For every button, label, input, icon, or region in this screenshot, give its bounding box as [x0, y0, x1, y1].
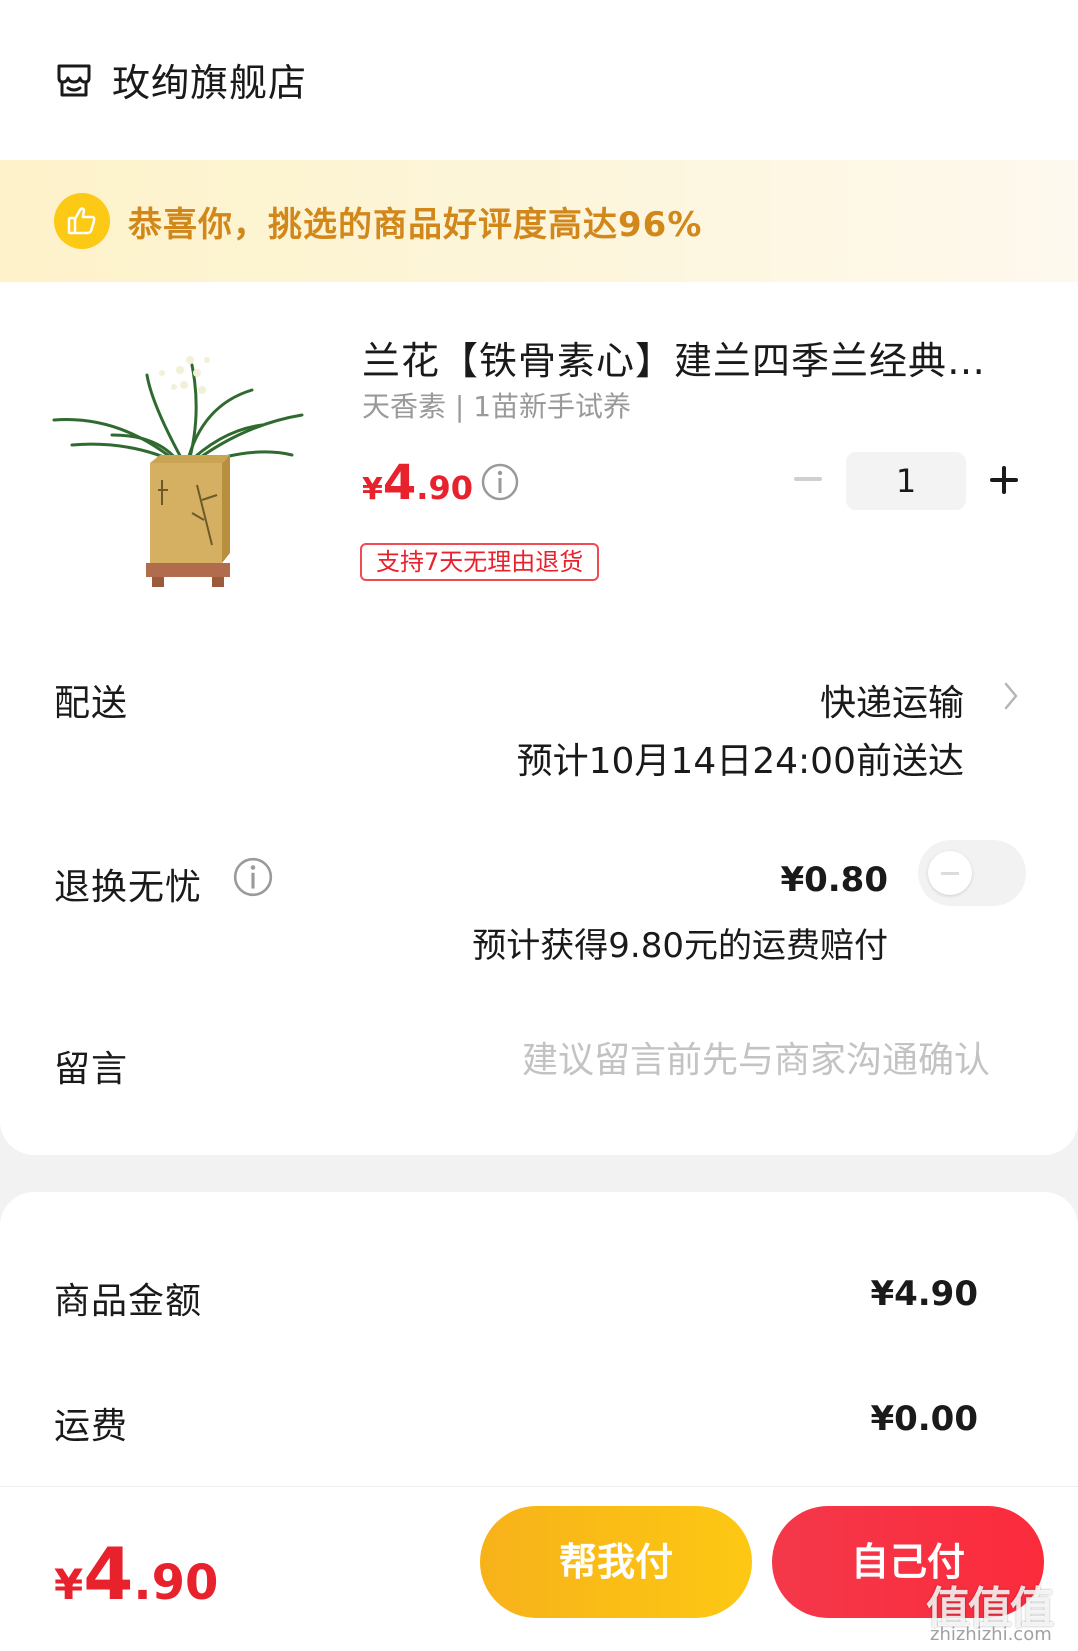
thumbs-up-icon	[54, 193, 110, 249]
price-decimal: .90	[416, 469, 473, 507]
price-info-icon[interactable]	[480, 462, 520, 502]
worry-free-description: 预计获得9.80元的运费赔付	[472, 926, 888, 966]
quantity-increase-button[interactable]	[988, 464, 1020, 496]
shipping-value: ¥0.00	[870, 1399, 978, 1439]
delivery-label: 配送	[54, 683, 129, 724]
store-name: 玫绚旗舰店	[112, 61, 308, 105]
goods-amount-label: 商品金额	[54, 1281, 203, 1322]
rating-text: 恭喜你，挑选的商品好评度高达96%	[128, 204, 703, 245]
total-decimal: .90	[133, 1555, 219, 1611]
order-card: 玫绚旗舰店 恭喜你，挑选的商品好评度高达96% 兰花【铁骨素心】建兰四季兰经典素…	[0, 0, 1078, 1155]
watermark-url: zhizhizhi.com	[930, 1624, 1052, 1645]
product-title[interactable]: 兰花【铁骨素心】建兰四季兰经典素...	[362, 330, 1022, 385]
toggle-knob	[928, 851, 972, 895]
store-icon	[57, 64, 91, 96]
worry-free-info-icon[interactable]	[232, 856, 274, 898]
chevron-right-icon[interactable]	[1000, 678, 1022, 714]
product-spec[interactable]: 天香素 | 1苗新手试养	[362, 385, 631, 425]
total-integer: 4	[83, 1532, 134, 1616]
quantity-input[interactable]: 1	[846, 452, 966, 510]
note-input[interactable]	[430, 1040, 990, 1081]
order-page: 玫绚旗舰店 恭喜你，挑选的商品好评度高达96% 兰花【铁骨素心】建兰四季兰经典素…	[0, 0, 1078, 1651]
worry-free-toggle[interactable]	[918, 840, 1026, 906]
quantity-decrease-button[interactable]	[792, 463, 824, 495]
total-price: ¥ 4 .90	[54, 1532, 218, 1616]
rating-banner: 恭喜你，挑选的商品好评度高达96%	[0, 160, 1078, 282]
store-header[interactable]: 玫绚旗舰店	[54, 52, 307, 107]
shipping-label: 运费	[54, 1406, 129, 1447]
help-pay-button[interactable]: 帮我付	[480, 1506, 752, 1618]
product-image[interactable]	[52, 345, 312, 595]
worry-free-label: 退换无忧	[54, 867, 203, 908]
note-label: 留言	[54, 1049, 129, 1090]
price-integer: 4	[382, 455, 417, 511]
total-currency: ¥	[54, 1560, 84, 1609]
delivery-eta: 预计10月14日24:00前送达	[516, 741, 964, 782]
product-price: ¥ 4 .90	[362, 455, 473, 511]
worry-free-price: ¥0.80	[780, 860, 888, 900]
return-policy-badge: 支持7天无理由退货	[360, 543, 600, 581]
price-currency: ¥	[362, 472, 383, 507]
delivery-method[interactable]: 快递运输	[820, 674, 964, 726]
goods-amount-value: ¥4.90	[870, 1274, 978, 1314]
